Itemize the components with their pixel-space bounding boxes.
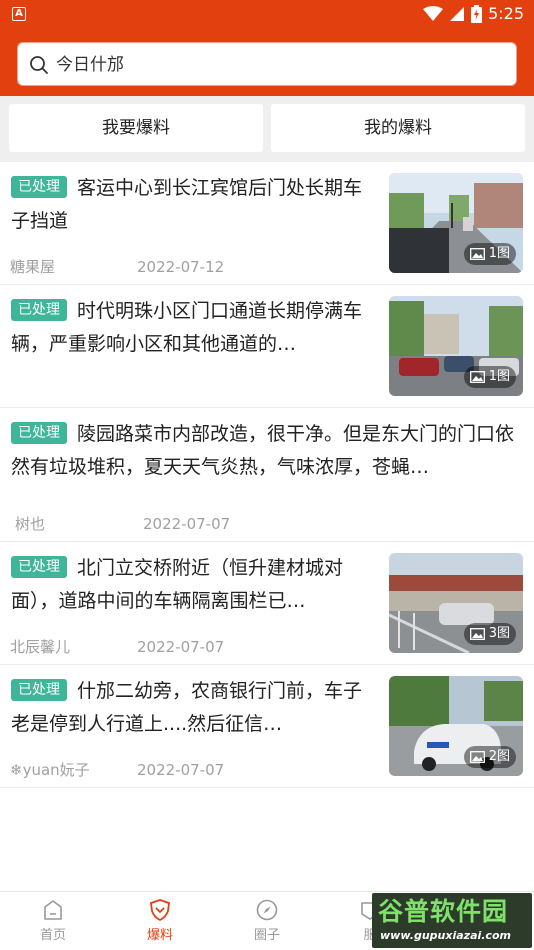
post-title-block: 已处理 陵园路菜市内部改造，很干净。但是东大门的门口依然有垃圾堆积，夏天天气炎热，… <box>11 418 526 484</box>
post-date: 2022-07-07 <box>137 761 225 779</box>
status-badge: 已处理 <box>11 679 67 701</box>
search-icon <box>30 56 48 74</box>
list-item[interactable]: 已处理 陵园路菜市内部改造，很干净。但是东大门的门口依然有垃圾堆积，夏天天气炎热，… <box>0 408 534 542</box>
search-text: 今日什邡 <box>56 55 124 75</box>
status-badge: 已处理 <box>11 176 67 198</box>
nav-home-label: 首页 <box>39 928 66 943</box>
watermark-url: www.gupuxiazai.com <box>380 929 511 942</box>
clock: 5:25 <box>488 4 524 23</box>
compass-icon <box>256 899 278 921</box>
battery-charging-icon <box>471 5 483 23</box>
notification-app-icon: A <box>12 7 26 21</box>
signal-icon <box>450 7 465 21</box>
post-title-block: 已处理 北门立交桥附近（恒升建材城对面），道路中间的车辆隔离围栏已… <box>11 552 371 618</box>
shield-icon <box>150 899 170 922</box>
post-title-block: 已处理 客运中心到长江宾馆后门处长期车子挡道 <box>11 172 369 238</box>
nav-baoliao[interactable]: 爆料 <box>120 898 200 943</box>
nav-circle-label: 圈子 <box>253 928 280 943</box>
image-count-badge: 1图 <box>463 366 516 388</box>
post-title: 陵园路菜市内部改造，很干净。但是东大门的门口依然有垃圾堆积，夏天天气炎热，气味浓… <box>11 423 515 478</box>
submit-tip-button[interactable]: 我要爆料 <box>9 104 263 152</box>
site-watermark: 谷普软件园 www.gupuxiazai.com <box>372 893 532 948</box>
post-date: 2022-07-12 <box>137 258 225 276</box>
my-tips-button[interactable]: 我的爆料 <box>271 104 525 152</box>
post-thumbnail[interactable]: 1图 <box>389 173 523 273</box>
image-icon <box>469 751 485 763</box>
image-count-badge: 1图 <box>463 243 516 265</box>
status-bar: A 5:25 <box>0 0 534 30</box>
post-author: 树也 <box>15 515 46 533</box>
status-badge: 已处理 <box>11 299 67 321</box>
watermark-brand: 谷普软件园 <box>378 897 509 926</box>
status-badge: 已处理 <box>11 422 67 444</box>
nav-home[interactable]: 首页 <box>13 898 93 943</box>
image-icon <box>469 371 485 383</box>
image-count-badge: 3图 <box>463 623 516 645</box>
image-count: 1图 <box>488 246 510 261</box>
image-icon <box>469 248 485 260</box>
nav-baoliao-label: 爆料 <box>146 928 173 943</box>
image-count: 1图 <box>488 369 510 384</box>
image-count: 2图 <box>488 749 510 764</box>
list-item[interactable]: 已处理 北门立交桥附近（恒升建材城对面），道路中间的车辆隔离围栏已… 北辰馨儿 2… <box>0 542 534 665</box>
post-thumbnail[interactable]: 3图 <box>389 553 523 653</box>
post-thumbnail[interactable]: 1图 <box>389 296 523 396</box>
post-thumbnail[interactable]: 2图 <box>389 676 523 776</box>
search-input[interactable]: 今日什邡 <box>17 42 517 86</box>
image-count: 3图 <box>488 626 510 641</box>
post-title-block: 已处理 什邡二幼旁，农商银行门前，车子老是停到人行道上....然后征信… <box>11 675 373 741</box>
list-item[interactable]: 已处理时代明珠小区门口通道长期停满车辆，严重影响小区和其他通道的… 也漏 202… <box>0 285 534 522</box>
list-item[interactable]: 已处理 客运中心到长江宾馆后门处长期车子挡道 糖果屋 2022-07-12 1图 <box>0 162 534 285</box>
app-header: 今日什邡 <box>0 30 534 96</box>
home-icon <box>44 900 62 920</box>
post-date: 2022-07-07 <box>137 638 225 656</box>
post-author: ❄yuan妧子 <box>10 761 90 779</box>
wifi-icon <box>423 6 444 21</box>
post-title-block: 已处理 时代明珠小区门口通道长期停满车辆，严重影响小区和其他通道的… <box>11 295 371 361</box>
status-badge: 已处理 <box>11 556 67 578</box>
post-author: 北辰馨儿 <box>10 638 71 656</box>
nav-circle[interactable]: 圈子 <box>227 898 307 943</box>
post-date: 2022-07-07 <box>143 515 231 533</box>
image-count-badge: 2图 <box>463 746 516 768</box>
action-tabs: 我要爆料 我的爆料 <box>0 96 534 162</box>
image-icon <box>469 628 485 640</box>
list-item[interactable]: 已处理 什邡二幼旁，农商银行门前，车子老是停到人行道上....然后征信… ❄yua… <box>0 665 534 788</box>
post-author: 糖果屋 <box>10 258 56 276</box>
